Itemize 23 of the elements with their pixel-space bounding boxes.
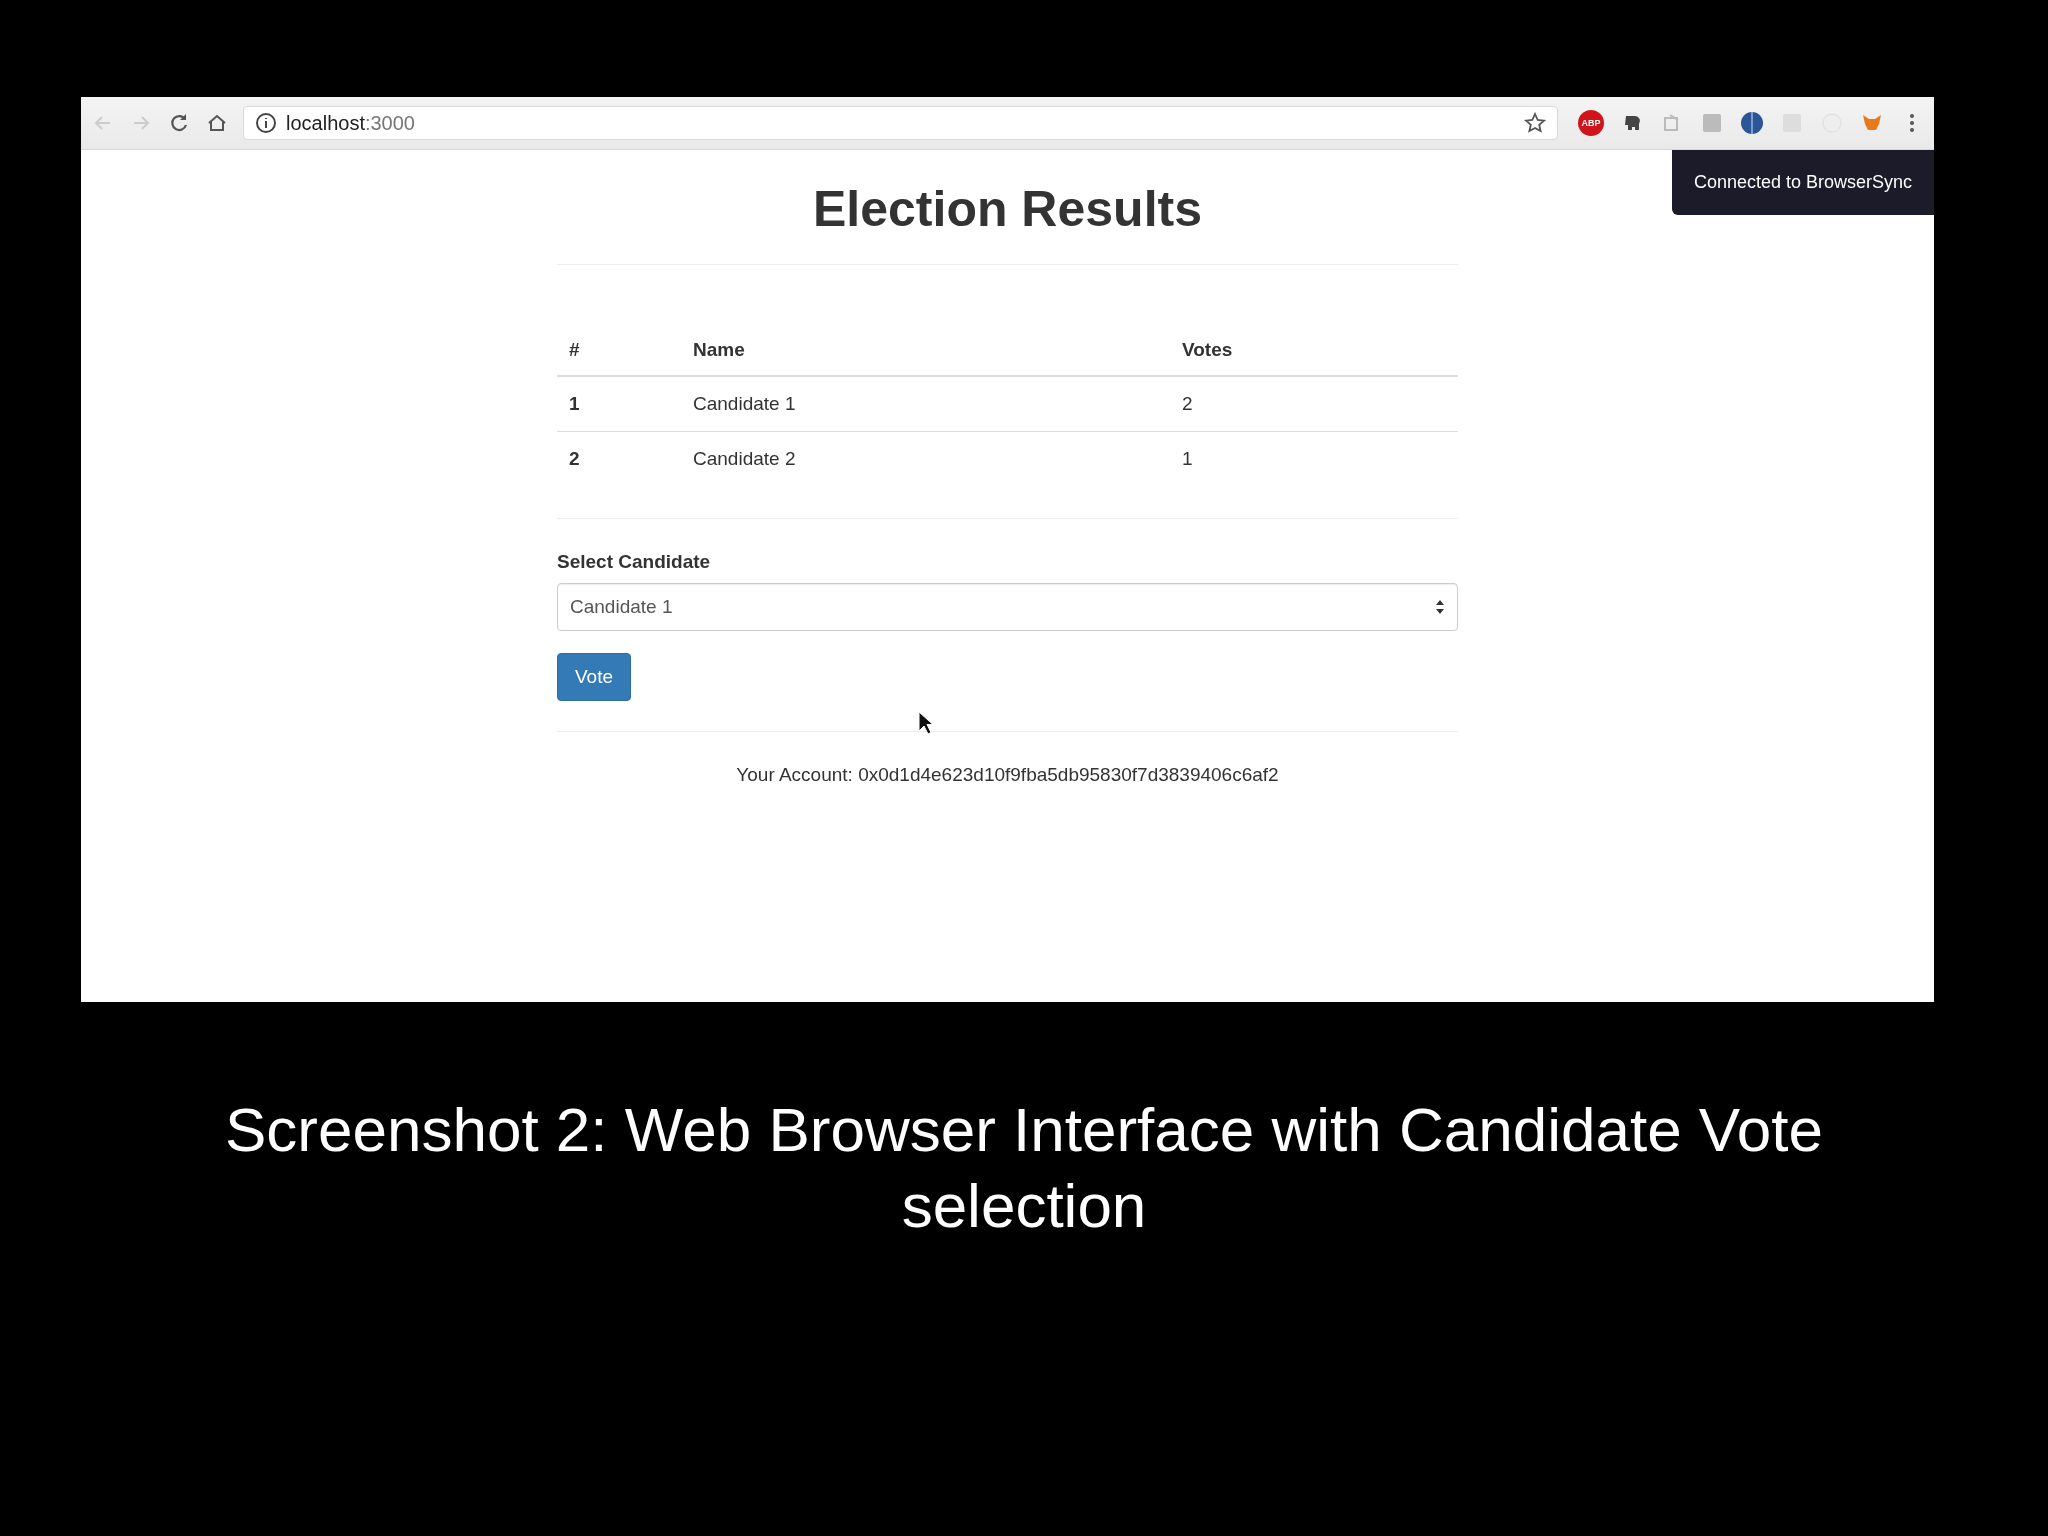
info-icon[interactable] xyxy=(254,111,278,135)
adblock-icon[interactable]: ABP xyxy=(1578,110,1604,136)
slide-caption: Screenshot 2: Web Browser Interface with Candidate Vote selection xyxy=(224,1094,1824,1242)
field-label: Select Candidate xyxy=(557,551,712,573)
table-cell: Candidate 2 xyxy=(681,431,1170,486)
page-title: Election Results xyxy=(557,180,1458,265)
star-icon[interactable] xyxy=(1523,111,1547,135)
column-header: # xyxy=(557,325,681,376)
address-bar[interactable]: localhost:3000 xyxy=(243,106,1558,140)
url-text: localhost:3000 xyxy=(286,111,415,135)
table-cell: 1 xyxy=(1170,431,1458,486)
column-header: Name xyxy=(681,325,1170,376)
notification-toast: Connected to BrowserSync xyxy=(1671,150,1934,215)
table-cell: 1 xyxy=(557,376,681,432)
vote-button[interactable]: Vote xyxy=(557,653,632,701)
table-cell: 2 xyxy=(1170,376,1458,432)
mouse-cursor-icon xyxy=(918,711,934,735)
column-header: Votes xyxy=(1170,325,1458,376)
table-cell: 2 xyxy=(557,431,681,486)
candidate-select[interactable]: Candidate 1 xyxy=(557,583,1458,631)
table-cell: Candidate 1 xyxy=(681,376,1170,432)
select-arrows-icon xyxy=(1435,599,1445,615)
account-text: Your Account: 0x0d1d4e623d10f9fba5db95830f7d3839406c6af2 xyxy=(735,764,1280,786)
